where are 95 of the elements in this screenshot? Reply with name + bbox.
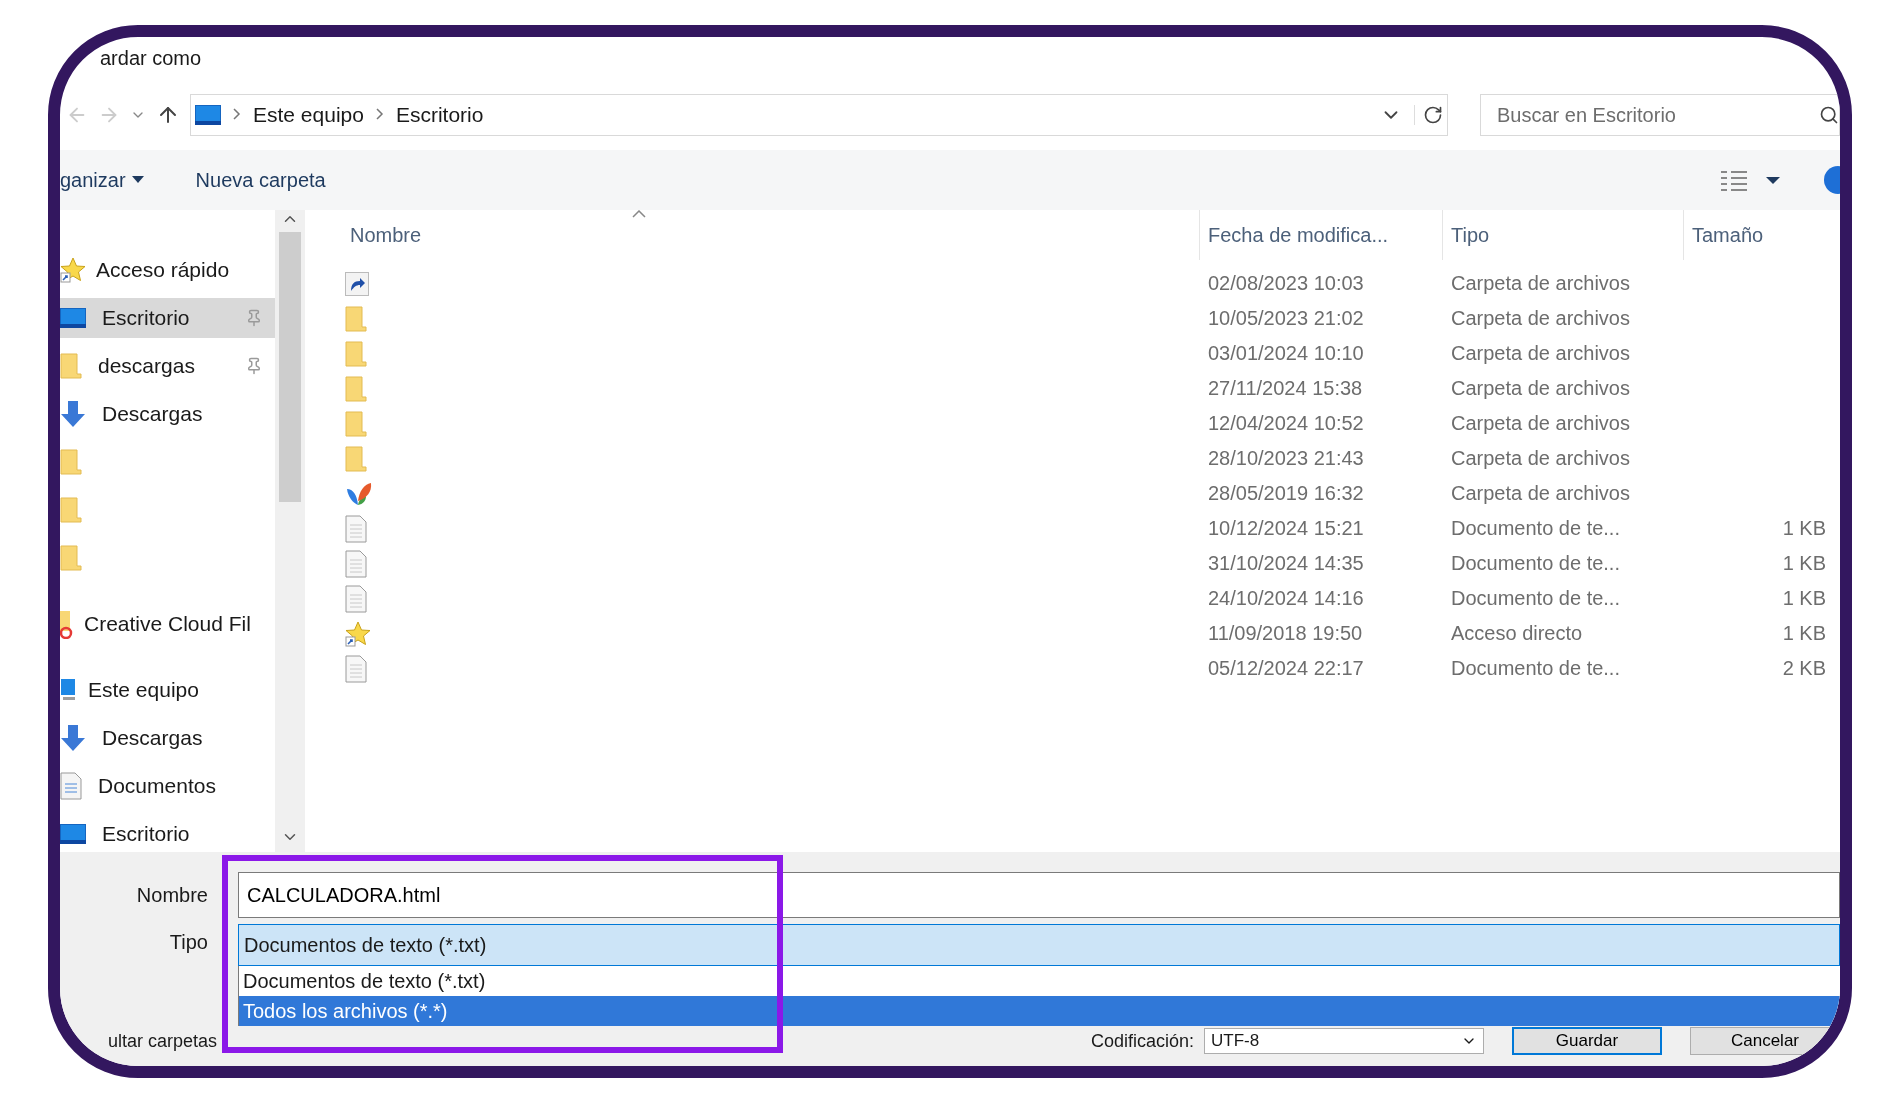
sidebar-item[interactable]: Descargas <box>60 394 275 434</box>
folder-icon <box>60 497 82 523</box>
desktop-icon <box>60 308 86 328</box>
folder-icon <box>345 410 367 437</box>
type-cell-text: Documento de te... <box>1450 587 1621 610</box>
file-name-field[interactable]: CALCULADORA.html <box>238 872 1840 918</box>
search-box[interactable]: Buscar en Escritorio <box>1480 94 1840 136</box>
document-icon <box>60 772 82 800</box>
scrollbar[interactable] <box>275 210 305 852</box>
date-cell-text: 12/04/2024 10:52 <box>1207 412 1365 435</box>
folder-icon <box>345 305 367 332</box>
refresh-icon[interactable] <box>1414 105 1443 125</box>
desktop-icon <box>195 105 221 125</box>
document-icon <box>345 584 367 613</box>
date-cell-text: 11/09/2018 19:50 <box>1207 622 1364 645</box>
sidebar-item[interactable]: Este equipo <box>60 670 275 710</box>
dialog-button[interactable]: Guardar <box>1512 1027 1662 1055</box>
type-cell-text: Carpeta de archivos <box>1450 272 1631 295</box>
type-cell-text: Carpeta de archivos <box>1450 307 1631 330</box>
date-cell-text: 28/05/2019 16:32 <box>1207 482 1365 505</box>
down-arrow-icon <box>60 724 86 752</box>
breadcrumb[interactable]: Este equipo <box>253 103 364 127</box>
encoding-label: Codificación: <box>1090 1030 1194 1052</box>
sidebar-item[interactable]: descargas <box>60 346 275 386</box>
sidebar-item[interactable]: Descargas <box>60 718 275 758</box>
search-icon <box>1819 105 1839 125</box>
size-cell-text: 1 KB <box>1781 552 1827 575</box>
file-name-label: Nombre <box>135 883 209 907</box>
type-cell-text: Carpeta de archivos <box>1450 412 1631 435</box>
type-cell-text: Documento de te... <box>1450 517 1621 540</box>
type-cell-text: Carpeta de archivos <box>1450 377 1631 400</box>
document-icon <box>345 549 367 578</box>
size-cell-text: 1 KB <box>1781 622 1827 645</box>
date-cell-text: 24/10/2024 14:16 <box>1207 587 1365 610</box>
shortcut-icon <box>345 271 369 296</box>
type-cell-text: Acceso directo <box>1450 622 1584 645</box>
sidebar-item[interactable]: Documentos <box>60 766 275 806</box>
date-cell-text: 10/12/2024 15:21 <box>1207 517 1365 540</box>
app-logo-icon <box>345 480 373 507</box>
pin-icon[interactable] <box>245 309 263 327</box>
sort-up-icon <box>632 210 646 218</box>
organize-button[interactable]: ganizar <box>60 168 144 192</box>
date-cell-text: 27/11/2024 15:38 <box>1207 377 1364 400</box>
computer-icon <box>60 678 78 702</box>
dropdown-option[interactable]: Todos los archivos (*.*) <box>238 996 1840 1026</box>
dropdown-option[interactable]: Documentos de texto (*.txt) <box>238 966 1840 996</box>
star-icon <box>345 620 371 647</box>
type-cell-text: Documento de te... <box>1450 552 1621 575</box>
column-header[interactable]: Fecha de modifica... <box>1200 210 1443 260</box>
type-cell-text: Carpeta de archivos <box>1450 342 1631 365</box>
date-cell-text: 05/12/2024 22:17 <box>1207 657 1365 680</box>
size-cell-text: 2 KB <box>1781 657 1827 680</box>
document-icon <box>345 654 367 683</box>
address-bar[interactable]: Este equipo Escritorio <box>190 94 1448 136</box>
sidebar-item[interactable]: Acceso rápido <box>60 250 275 290</box>
folder-icon <box>60 449 82 475</box>
file-type-select[interactable]: Documentos de texto (*.txt) <box>238 924 1840 966</box>
column-header[interactable]: Tamaño <box>1684 210 1840 260</box>
scroll-thumb[interactable] <box>279 232 301 502</box>
chevron-right-icon <box>233 108 241 120</box>
sidebar-item[interactable]: Creative Cloud Fil <box>60 604 275 644</box>
size-cell-text: 1 KB <box>1781 517 1827 540</box>
down-arrow-icon <box>60 400 86 428</box>
desktop-icon <box>60 824 86 844</box>
new-folder-button[interactable]: Nueva carpeta <box>195 168 326 192</box>
document-icon <box>345 514 367 543</box>
type-cell-text: Carpeta de archivos <box>1450 447 1631 470</box>
folder-icon <box>345 340 367 367</box>
type-cell-text: Carpeta de archivos <box>1450 482 1631 505</box>
type-cell-text: Documento de te... <box>1450 657 1621 680</box>
breadcrumb[interactable]: Escritorio <box>395 103 484 127</box>
size-cell-text: 1 KB <box>1781 587 1827 610</box>
chevron-right-icon <box>375 108 384 120</box>
cloud-folder-icon <box>60 609 74 639</box>
caret-icon <box>131 176 144 184</box>
date-cell-text: 31/10/2024 14:35 <box>1207 552 1365 575</box>
hide-folders-link[interactable]: ultar carpetas <box>108 1030 218 1052</box>
view-options-icon[interactable] <box>1720 169 1780 191</box>
folder-icon <box>60 545 82 571</box>
sidebar-item[interactable]: Escritorio <box>60 814 275 852</box>
file-type-label: Tipo <box>168 930 209 954</box>
sidebar-item[interactable]: Escritorio <box>60 298 275 338</box>
encoding-select[interactable]: UTF-8 <box>1204 1028 1484 1054</box>
date-cell-text: 03/01/2024 10:10 <box>1207 342 1365 365</box>
folder-icon <box>345 445 367 472</box>
date-cell-text: 28/10/2023 21:43 <box>1207 447 1365 470</box>
folder-icon <box>60 353 82 379</box>
pin-icon[interactable] <box>245 357 263 375</box>
date-cell-text: 02/08/2023 10:03 <box>1207 272 1365 295</box>
date-cell-text: 10/05/2023 21:02 <box>1207 307 1365 330</box>
window-title: ardar como <box>99 46 203 71</box>
column-header[interactable]: Nombre <box>305 210 1200 260</box>
column-header[interactable]: Tipo <box>1443 210 1684 260</box>
folder-icon <box>345 375 367 402</box>
star-icon <box>60 257 86 283</box>
